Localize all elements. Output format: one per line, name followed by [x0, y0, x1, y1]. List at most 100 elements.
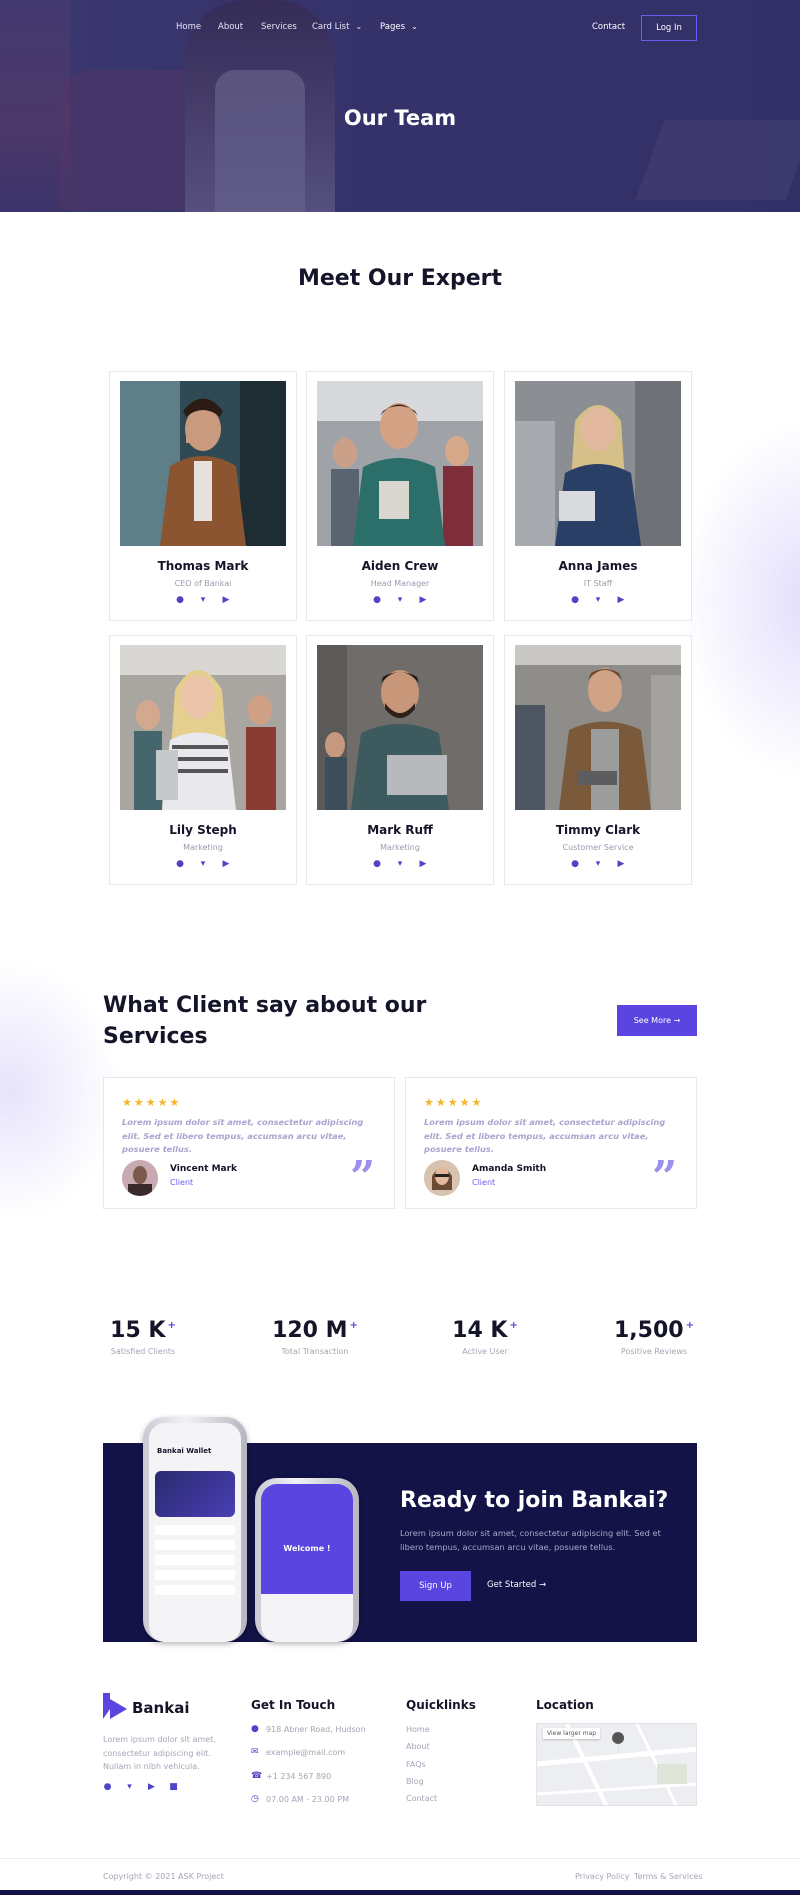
nav-about[interactable]: About	[218, 22, 243, 32]
see-more-button[interactable]: See More →	[617, 1005, 697, 1036]
location-heading: Location	[536, 1698, 594, 1712]
rating-stars: ★★★★★	[424, 1096, 484, 1109]
avatar	[122, 1160, 158, 1196]
testimonial-text: Lorem ipsum dolor sit amet, consectetur …	[424, 1117, 666, 1154]
stat-value: 14 K +	[405, 1318, 565, 1343]
client-name: Amanda Smith	[472, 1164, 547, 1174]
team-card[interactable]: Lily Steph Marketing ● ▾ ▶	[109, 635, 297, 885]
team-section-title: Meet Our Expert	[297, 266, 503, 291]
youtube-icon[interactable]: ▶	[222, 860, 231, 869]
facebook-icon[interactable]: ●	[373, 860, 382, 869]
twitter-icon[interactable]: ▾	[199, 596, 208, 605]
get-started-link[interactable]: Get Started →	[487, 1580, 546, 1590]
testimonial-card: ★★★★★ Lorem ipsum dolor sit amet, consec…	[103, 1077, 395, 1209]
footer-link-about[interactable]: About	[406, 1742, 430, 1751]
stat-number: 120 M	[272, 1318, 348, 1343]
footer-link-faqs[interactable]: FAQs	[406, 1760, 426, 1769]
twitter-icon[interactable]: ▾	[594, 596, 603, 605]
member-name: Mark Ruff	[367, 823, 433, 837]
member-photo	[120, 381, 286, 546]
member-name: Aiden Crew	[361, 559, 439, 573]
stat-item: 1,500 + Positive Reviews	[574, 1318, 734, 1356]
nav-services[interactable]: Services	[261, 22, 297, 32]
youtube-icon[interactable]: ▶	[222, 596, 231, 605]
member-socials: ● ▾ ▶	[307, 596, 493, 605]
footer-link-home[interactable]: Home	[406, 1725, 430, 1734]
bottom-bar	[0, 1890, 800, 1895]
member-role: Marketing	[380, 843, 420, 852]
twitter-icon[interactable]: ▾	[199, 860, 208, 869]
cta-title: Ready to join Bankai?	[400, 1488, 669, 1513]
team-card[interactable]: Mark Ruff Marketing ● ▾ ▶	[306, 635, 494, 885]
youtube-icon[interactable]: ▶	[617, 596, 626, 605]
facebook-icon[interactable]: ●	[571, 860, 580, 869]
facebook-icon[interactable]: ●	[176, 596, 185, 605]
team-card[interactable]: Anna James IT Staff ● ▾ ▶	[504, 371, 692, 621]
youtube-icon[interactable]: ▶	[419, 596, 428, 605]
youtube-icon[interactable]: ▶	[147, 1783, 156, 1792]
member-role: IT Staff	[583, 579, 613, 588]
arrow-right-icon: →	[538, 1580, 547, 1590]
linkedin-icon[interactable]: ■	[169, 1783, 178, 1792]
facebook-icon[interactable]: ●	[571, 596, 580, 605]
facebook-icon[interactable]: ●	[103, 1783, 112, 1792]
app-title: Bankai Wallet	[157, 1447, 212, 1455]
footer-socials: ● ▾ ▶ ■	[103, 1783, 178, 1792]
facebook-icon[interactable]: ●	[373, 596, 382, 605]
twitter-icon[interactable]: ▾	[594, 860, 603, 869]
stat-value: 15 K +	[63, 1318, 223, 1343]
transaction-row	[155, 1555, 235, 1565]
member-name: Lily Steph	[169, 823, 237, 837]
nav-pages[interactable]: Pages ⌄	[380, 22, 418, 32]
stat-label: Active User	[462, 1347, 508, 1356]
member-socials: ● ▾ ▶	[110, 596, 296, 605]
stat-label: Total Transaction	[281, 1347, 349, 1356]
footer-divider	[0, 1858, 800, 1859]
footer-link-contact[interactable]: Contact	[406, 1794, 437, 1803]
contact-phone[interactable]: +1 234 567 890	[266, 1772, 331, 1781]
contact-email[interactable]: example@mail.com	[266, 1748, 345, 1757]
signup-button[interactable]: Sign Up	[400, 1571, 471, 1601]
arrow-right-icon: →	[673, 1016, 681, 1025]
privacy-link[interactable]: Privacy Policy	[575, 1872, 630, 1881]
nav-contact[interactable]: Contact	[592, 22, 625, 32]
view-larger-map-button[interactable]: View larger map	[543, 1728, 601, 1739]
twitter-icon[interactable]: ▾	[125, 1783, 134, 1792]
twitter-icon[interactable]: ▾	[396, 596, 405, 605]
member-name: Thomas Mark	[157, 559, 249, 573]
plus-icon: +	[685, 1320, 694, 1331]
chevron-down-icon: ⌄	[411, 22, 418, 31]
testimonial-text: Lorem ipsum dolor sit amet, consectetur …	[122, 1117, 364, 1154]
stat-value: 1,500 +	[574, 1318, 734, 1343]
twitter-icon[interactable]: ▾	[396, 860, 405, 869]
nav-pages-label: Pages	[380, 22, 406, 32]
client-role: Client	[472, 1178, 496, 1187]
contact-hours: 07.00 AM - 23.00 PM	[266, 1795, 349, 1804]
avatar	[424, 1160, 460, 1196]
team-card[interactable]: Thomas Mark CEO of Bankai ● ▾ ▶	[109, 371, 297, 621]
terms-link[interactable]: Terms & Services	[634, 1872, 703, 1881]
phone-screen: Bankai Wallet	[149, 1423, 241, 1642]
stat-number: 1,500	[614, 1318, 684, 1343]
youtube-icon[interactable]: ▶	[419, 860, 428, 869]
copyright: Copyright © 2021 ASK Project	[103, 1872, 224, 1881]
team-card[interactable]: Timmy Clark Customer Service ● ▾ ▶	[504, 635, 692, 885]
login-button[interactable]: Log In	[641, 15, 697, 41]
credit-card-graphic	[155, 1471, 235, 1517]
member-photo	[515, 381, 681, 546]
nav-home[interactable]: Home	[176, 22, 201, 32]
footer-link-blog[interactable]: Blog	[406, 1777, 424, 1786]
team-card[interactable]: Aiden Crew Head Manager ● ▾ ▶	[306, 371, 494, 621]
phone-screen: Welcome !	[261, 1484, 353, 1642]
member-socials: ● ▾ ▶	[110, 860, 296, 869]
member-name: Timmy Clark	[555, 823, 641, 837]
hero-banner: Home About Services Card List ⌄ Pages ⌄ Co…	[0, 0, 800, 212]
youtube-icon[interactable]: ▶	[617, 860, 626, 869]
quote-icon: ”	[652, 1152, 678, 1203]
transaction-row	[155, 1525, 235, 1535]
location-map[interactable]: View larger map	[536, 1723, 697, 1806]
nav-card-list[interactable]: Card List ⌄	[312, 22, 362, 32]
contact-address: 918 Abner Road, Hudson	[266, 1725, 366, 1734]
transaction-row	[155, 1585, 235, 1595]
facebook-icon[interactable]: ●	[176, 860, 185, 869]
